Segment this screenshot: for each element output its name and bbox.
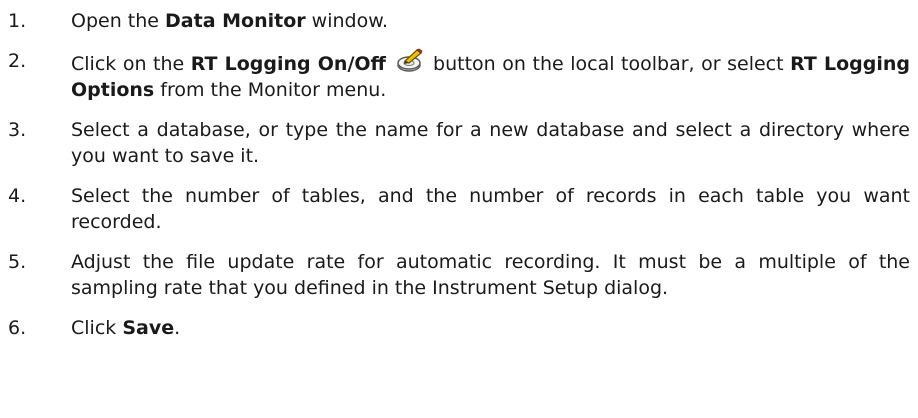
step-text: button on the local toolbar, or select	[426, 53, 791, 75]
step-text: Click on the	[71, 53, 191, 75]
step-text: Select a database, or type the name for …	[71, 119, 910, 167]
step-text: Open the	[71, 10, 166, 32]
step-1: 1. Open the Data Monitor window.	[8, 8, 910, 34]
step-number: 4.	[8, 185, 27, 207]
step-text: from the Monitor menu.	[154, 79, 387, 101]
step-2: 2. Click on the RT Logging On/Off button…	[8, 48, 910, 103]
instruction-steps: 1. Open the Data Monitor window. 2. Clic…	[8, 8, 910, 355]
step-text: .	[174, 317, 181, 339]
step-number: 1.	[8, 10, 27, 32]
rt-logging-on-off-label: RT Logging On/Off	[190, 53, 386, 75]
step-6: 6. Click Save.	[8, 315, 910, 341]
step-text: Click	[71, 317, 123, 339]
step-text: Select the number of tables, and the num…	[71, 185, 910, 233]
rt-logging-toolbar-icon	[395, 48, 425, 74]
step-number: 3.	[8, 119, 27, 141]
step-number: 6.	[8, 317, 27, 339]
save-label: Save	[122, 317, 175, 339]
step-text: window.	[305, 10, 389, 32]
step-number: 5.	[8, 251, 27, 273]
data-monitor-label: Data Monitor	[165, 10, 306, 32]
step-text: Adjust the file update rate for automati…	[71, 251, 910, 299]
step-3: 3. Select a database, or type the name f…	[8, 117, 910, 169]
step-4: 4. Select the number of tables, and the …	[8, 183, 910, 235]
step-number: 2.	[8, 50, 27, 72]
step-5: 5. Adjust the file update rate for autom…	[8, 249, 910, 301]
